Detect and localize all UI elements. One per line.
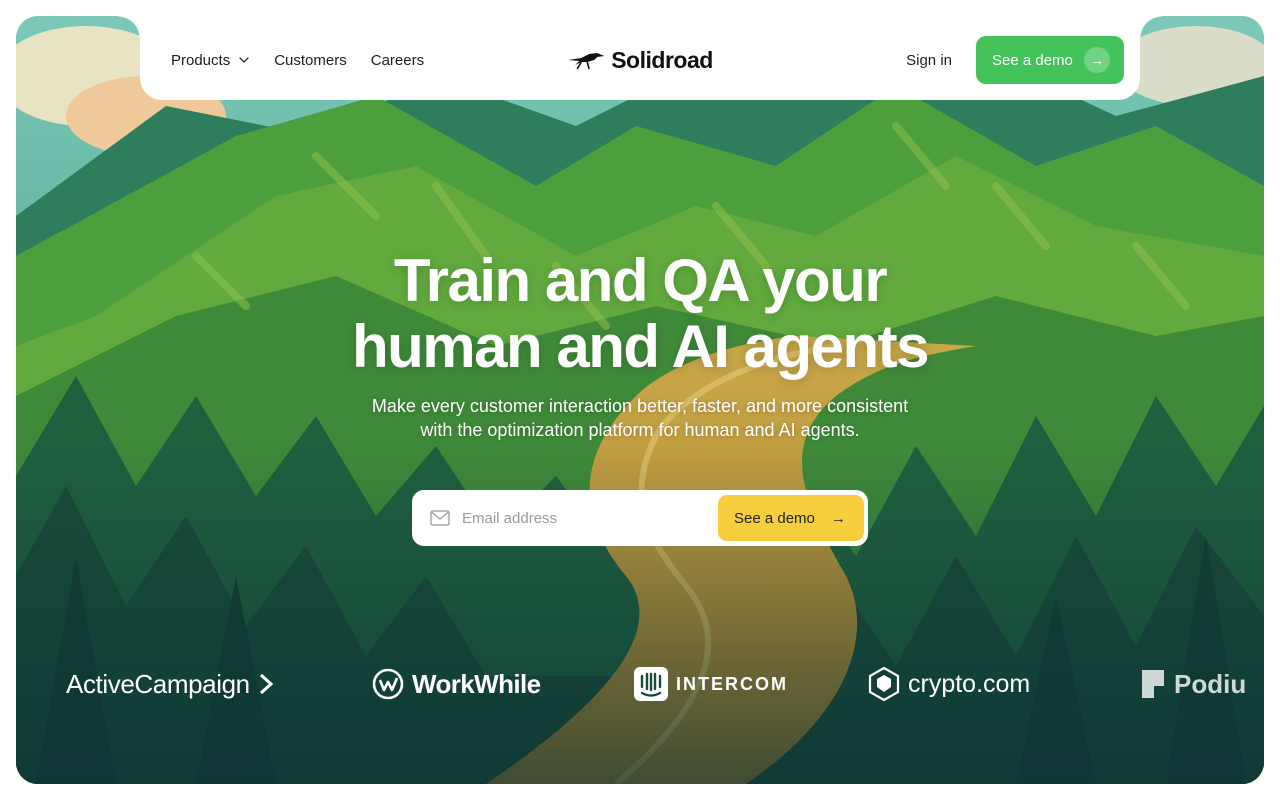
workwhile-icon <box>372 668 404 700</box>
sign-in-link[interactable]: Sign in <box>906 52 952 69</box>
cryptocom-icon <box>868 667 900 701</box>
nav-customers-label: Customers <box>274 51 347 69</box>
hero-headline: Train and QA your human and AI agents <box>0 248 1280 380</box>
nav-links: Products Customers Careers <box>171 16 424 104</box>
nav-actions: Sign in See a demo → <box>906 36 1124 84</box>
logo-cryptocom-text: crypto.com <box>908 669 1031 698</box>
nav-customers[interactable]: Customers <box>274 52 347 69</box>
email-field[interactable] <box>460 508 718 528</box>
nav-see-demo-button[interactable]: See a demo → <box>976 36 1124 84</box>
hero-see-demo-button[interactable]: See a demo → <box>718 495 864 541</box>
podium-icon <box>1142 670 1164 698</box>
logo-podium-text: Podiu <box>1174 668 1247 699</box>
chevron-down-icon <box>239 57 249 63</box>
subhead-line-2: with the optimization platform for human… <box>420 420 860 440</box>
nav-products[interactable]: Products <box>171 52 250 69</box>
logo-workwhile: WorkWhile <box>372 656 541 712</box>
arrow-right-icon: → <box>831 509 846 527</box>
arrow-right-icon: → <box>1084 47 1110 73</box>
logo-podium: Podiu <box>1140 656 1246 712</box>
intercom-icon <box>634 667 668 701</box>
navbar: Products Customers Careers Solidroad Sig… <box>118 16 1162 100</box>
logo-intercom: INTERCOM <box>634 656 788 712</box>
nav-see-demo-label: See a demo <box>992 51 1073 69</box>
logo-activecampaign-text: ActiveCampaign <box>66 668 250 699</box>
customer-logos: ActiveCampaign WorkWhile INTERCOM crypto… <box>0 656 1280 712</box>
roadrunner-bird-icon <box>568 53 605 70</box>
headline-line-2: human and AI agents <box>351 313 930 380</box>
logo-workwhile-text: WorkWhile <box>412 668 541 699</box>
logo-intercom-text: INTERCOM <box>676 673 788 694</box>
hero-subhead: Make every customer interaction better, … <box>0 394 1280 442</box>
logo-activecampaign: ActiveCampaign <box>66 656 274 712</box>
mail-icon <box>430 510 450 526</box>
nav-products-label: Products <box>171 51 231 69</box>
email-signup-form: See a demo → <box>412 490 868 546</box>
headline-line-1: Train and QA your <box>393 247 888 314</box>
nav-careers[interactable]: Careers <box>371 52 424 69</box>
chevron-right-icon <box>259 673 273 695</box>
hero-see-demo-label: See a demo <box>734 509 815 527</box>
subhead-line-1: Make every customer interaction better, … <box>371 396 909 416</box>
brand-logo[interactable]: Solidroad <box>567 16 713 104</box>
nav-careers-label: Careers <box>370 51 425 69</box>
brand-name: Solidroad <box>611 46 713 73</box>
logo-cryptocom: crypto.com <box>868 656 1030 712</box>
